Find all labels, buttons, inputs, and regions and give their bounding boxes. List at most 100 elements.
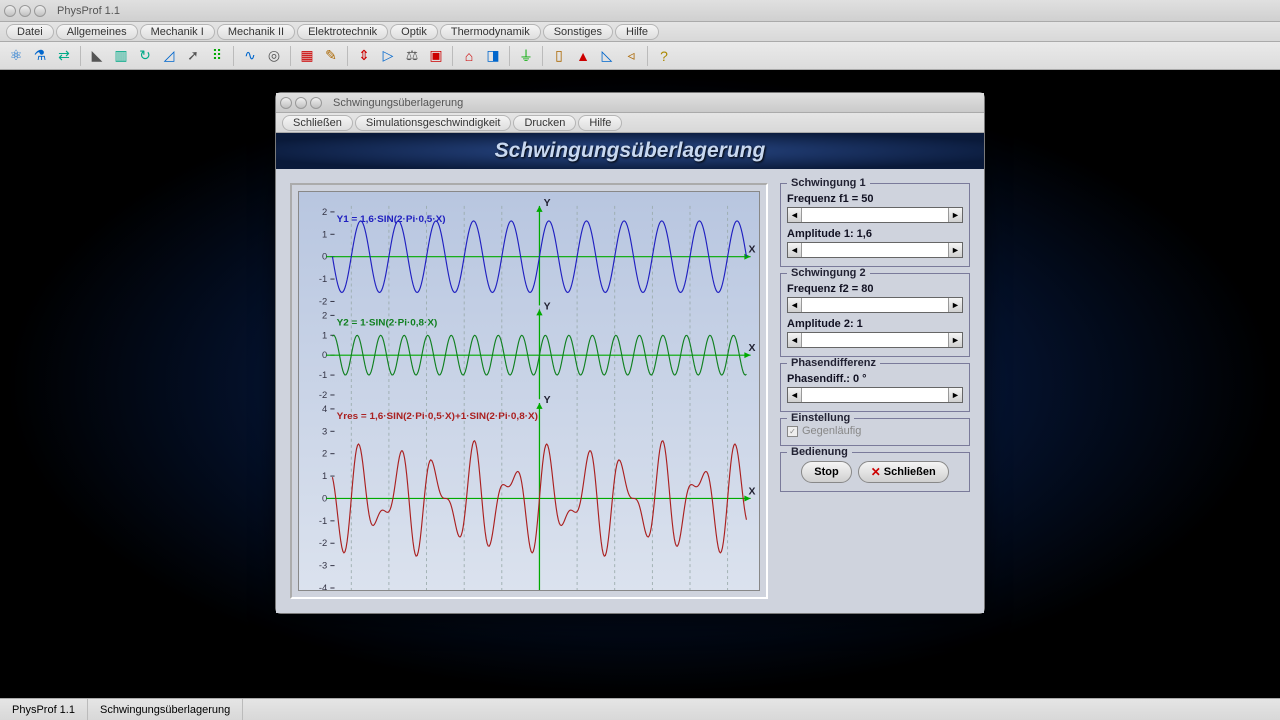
child-menu-hilfe[interactable]: Hilfe (578, 115, 622, 131)
window-title: PhysProf 1.1 (57, 5, 120, 17)
main-titlebar: PhysProf 1.1 (0, 0, 1280, 22)
svg-text:1: 1 (322, 229, 327, 239)
arrow-left-icon[interactable]: ◄ (788, 388, 802, 402)
svg-text:2: 2 (322, 449, 327, 459)
check-icon: ✓ (787, 426, 798, 437)
main-menubar: DateiAllgemeinesMechanik IMechanik IIEle… (0, 22, 1280, 42)
svg-text:Y: Y (544, 302, 551, 313)
balance-icon[interactable]: ⚖ (402, 46, 422, 66)
link-icon[interactable]: ⇄ (54, 46, 74, 66)
slider-amp1[interactable]: ◄► (787, 242, 963, 258)
svg-text:-4: -4 (319, 583, 327, 590)
help-icon[interactable]: ? (654, 46, 674, 66)
window-close-btn[interactable] (4, 5, 16, 17)
arrow-right-icon[interactable]: ► (948, 243, 962, 257)
svg-text:-1: -1 (319, 370, 327, 380)
svg-text:-2: -2 (319, 297, 327, 307)
window-max-btn[interactable] (34, 5, 46, 17)
svg-text:2: 2 (322, 207, 327, 217)
child-max-btn[interactable] (310, 97, 322, 109)
svg-text:Yres = 1,6·SIN(2·Pi·0,5·X)+1·S: Yres = 1,6·SIN(2·Pi·0,5·X)+1·SIN(2·Pi·0,… (337, 411, 538, 422)
menu-elektrotechnik[interactable]: Elektrotechnik (297, 24, 388, 40)
svg-text:4: 4 (322, 404, 327, 414)
prism-icon[interactable]: ◺ (597, 46, 617, 66)
ruler-icon[interactable]: ◿ (159, 46, 179, 66)
arrow-left-icon[interactable]: ◄ (788, 243, 802, 257)
svg-text:Y: Y (544, 198, 551, 209)
vector-icon[interactable]: ➚ (183, 46, 203, 66)
svg-text:Y2 = 1·SIN(2·Pi·0,8·X): Y2 = 1·SIN(2·Pi·0,8·X) (337, 318, 438, 329)
svg-text:Y: Y (544, 395, 551, 406)
child-titlebar: Schwingungsüberlagerung (276, 93, 984, 113)
warn-icon[interactable]: ▲ (573, 46, 593, 66)
arrow-left-icon[interactable]: ◄ (788, 208, 802, 222)
temp-icon[interactable]: ▯ (549, 46, 569, 66)
tri-icon[interactable]: ▷ (378, 46, 398, 66)
molecule-icon[interactable]: ⚛ (6, 46, 26, 66)
group-schwingung2: Schwingung 2 Frequenz f2 = 80 ◄► Amplitu… (780, 273, 970, 357)
angle-icon[interactable]: ◣ (87, 46, 107, 66)
child-menu-simulationsgeschwindigkeit[interactable]: Simulationsgeschwindigkeit (355, 115, 512, 131)
gauge-icon[interactable]: ◨ (483, 46, 503, 66)
svg-text:1: 1 (322, 471, 327, 481)
controls-panel: Schwingung 1 Frequenz f1 = 50 ◄► Amplitu… (780, 183, 970, 599)
child-header: Schwingungsüberlagerung (276, 133, 984, 169)
chart-icon[interactable]: ▥ (111, 46, 131, 66)
menu-allgemeines[interactable]: Allgemeines (56, 24, 138, 40)
paint-icon[interactable]: ▦ (297, 46, 317, 66)
menu-optik[interactable]: Optik (390, 24, 438, 40)
group-title-sw2: Schwingung 2 (787, 267, 870, 279)
rotate-icon[interactable]: ↻ (135, 46, 155, 66)
wave-icon[interactable]: ∿ (240, 46, 260, 66)
grid-icon[interactable]: ⠿ (207, 46, 227, 66)
child-menu-schließen[interactable]: Schließen (282, 115, 353, 131)
house-icon[interactable]: ⌂ (459, 46, 479, 66)
status-bar: PhysProf 1.1 Schwingungsüberlagerung (0, 698, 1280, 720)
lens-icon[interactable]: ◃ (621, 46, 641, 66)
arrow-left-icon[interactable]: ◄ (788, 333, 802, 347)
arrow-right-icon[interactable]: ► (948, 388, 962, 402)
arrow-right-icon[interactable]: ► (948, 208, 962, 222)
svg-text:X: X (749, 487, 756, 498)
status-doc: Schwingungsüberlagerung (88, 699, 243, 720)
svg-text:X: X (749, 245, 756, 256)
plug-icon[interactable]: ⏚ (516, 46, 536, 66)
child-menubar: SchließenSimulationsgeschwindigkeitDruck… (276, 113, 984, 133)
svg-text:-1: -1 (319, 274, 327, 284)
slider-phase[interactable]: ◄► (787, 387, 963, 403)
svg-text:-3: -3 (319, 561, 327, 571)
child-min-btn[interactable] (295, 97, 307, 109)
target-icon[interactable]: ◎ (264, 46, 284, 66)
label-amp2: Amplitude 2: 1 (787, 318, 963, 330)
child-menu-drucken[interactable]: Drucken (513, 115, 576, 131)
svg-text:1: 1 (322, 330, 327, 340)
svg-text:-1: -1 (319, 516, 327, 526)
slider-amp2[interactable]: ◄► (787, 332, 963, 348)
child-body: -2-1012YXY1 = 1,6·SIN(2·Pi·0,5·X)-2-1012… (276, 169, 984, 613)
group-title-sw1: Schwingung 1 (787, 177, 870, 189)
menu-sonstiges[interactable]: Sonstiges (543, 24, 613, 40)
menu-hilfe[interactable]: Hilfe (615, 24, 659, 40)
slider-icon[interactable]: ⇕ (354, 46, 374, 66)
frame-icon[interactable]: ▣ (426, 46, 446, 66)
slider-freq1[interactable]: ◄► (787, 207, 963, 223)
menu-mechaniki[interactable]: Mechanik I (140, 24, 215, 40)
close-button[interactable]: ✕Schließen (858, 461, 949, 483)
checkbox-gegenlaufig[interactable]: ✓ Gegenläufig (787, 425, 963, 437)
group-phase: Phasendifferenz Phasendiff.: 0 ° ◄► (780, 363, 970, 412)
dropper-icon[interactable]: ✎ (321, 46, 341, 66)
label-freq1: Frequenz f1 = 50 (787, 193, 963, 205)
arrow-left-icon[interactable]: ◄ (788, 298, 802, 312)
window-min-btn[interactable] (19, 5, 31, 17)
menu-thermodynamik[interactable]: Thermodynamik (440, 24, 541, 40)
child-close-btn[interactable] (280, 97, 292, 109)
arrow-right-icon[interactable]: ► (948, 298, 962, 312)
slider-freq2[interactable]: ◄► (787, 297, 963, 313)
menu-datei[interactable]: Datei (6, 24, 54, 40)
label-freq2: Frequenz f2 = 80 (787, 283, 963, 295)
flask-icon[interactable]: ⚗ (30, 46, 50, 66)
arrow-right-icon[interactable]: ► (948, 333, 962, 347)
menu-mechanikii[interactable]: Mechanik II (217, 24, 295, 40)
stop-button[interactable]: Stop (801, 461, 851, 483)
workspace: Schwingungsüberlagerung SchließenSimulat… (0, 70, 1280, 698)
